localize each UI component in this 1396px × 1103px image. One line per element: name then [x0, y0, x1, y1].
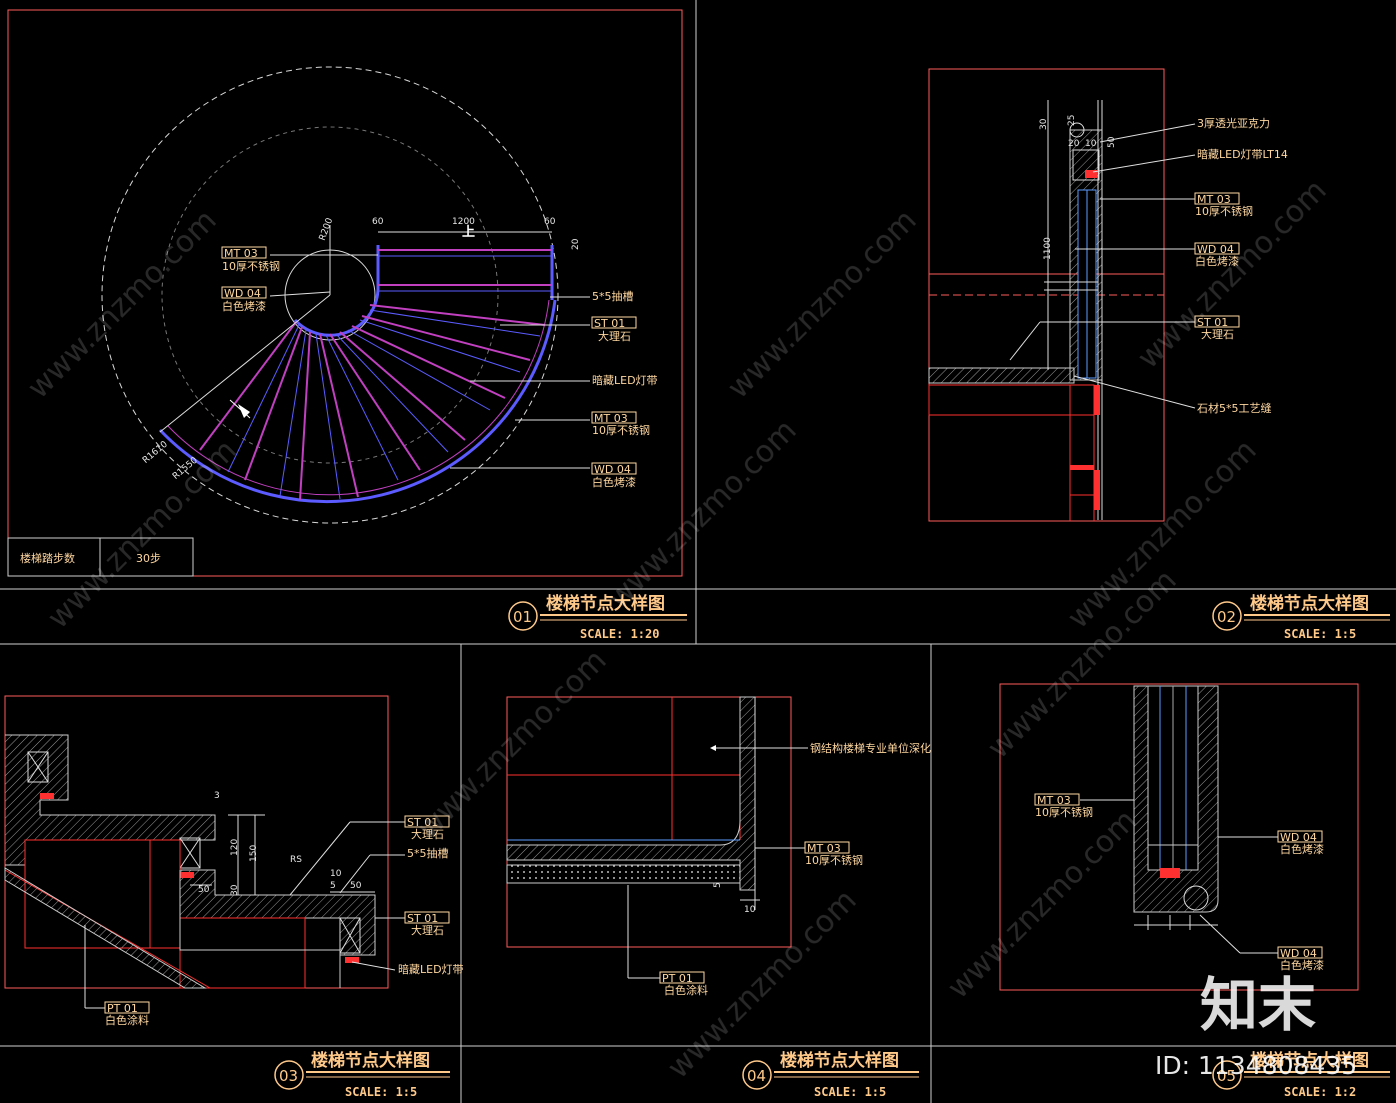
- tag-wd04: WD 04: [224, 287, 261, 300]
- label-led: 暗藏LED灯带: [398, 962, 464, 976]
- watermark-text: www.znzmo.com: [601, 413, 804, 616]
- dim-60-right: 60: [544, 217, 556, 227]
- dim-10: 10: [744, 905, 756, 915]
- panel-scale: SCALE: 1:5: [1284, 627, 1356, 641]
- panel-title: 楼梯节点大样图: [311, 1050, 430, 1071]
- watermark-text: www.znzmo.com: [41, 433, 244, 636]
- panel-03: 3 120 150 50 30 10 5 50 RS ST 01 大理石 5*5…: [4, 695, 464, 1027]
- dim-10: 10: [330, 869, 342, 879]
- label-stainless-b: 10厚不锈钢: [592, 424, 650, 437]
- watermark-logo: 知末 ID: 1134808435: [1155, 971, 1357, 1080]
- panel-04: 10 5 钢结构楼梯专业单位深化 MT 03 10厚不锈钢 PT 01 白色涂料: [506, 696, 931, 997]
- dim-20: 20: [571, 238, 581, 250]
- dim-10: 10: [1085, 139, 1097, 149]
- dim-20: 20: [1068, 139, 1080, 149]
- label-led-lt14: 暗藏LED灯带LT14: [1197, 147, 1288, 161]
- panel-scale: SCALE: 1:20: [580, 627, 659, 641]
- dim-3: 3: [214, 791, 220, 801]
- watermark-text: www.znzmo.com: [721, 203, 924, 406]
- label-marble: 大理石: [598, 329, 631, 343]
- label-white-paint: 白色烤漆: [1280, 842, 1324, 856]
- title-block-01: 01 楼梯节点大样图 SCALE: 1:20: [508, 593, 687, 641]
- title-block-02: 02 楼梯节点大样图 SCALE: 1:5: [1212, 593, 1390, 641]
- up-label: 上: [462, 225, 475, 240]
- label-led: 暗藏LED灯带: [592, 373, 658, 387]
- label-stone-joint: 石材5*5工艺缝: [1197, 401, 1272, 415]
- tag-st01: ST 01: [594, 317, 625, 330]
- label-groove: 5*5抽槽: [407, 846, 449, 860]
- dim-1100: 1100: [1043, 237, 1053, 260]
- label-stainless: 10厚不锈钢: [1035, 806, 1093, 819]
- label-stainless: 10厚不锈钢: [222, 260, 280, 273]
- watermark-text: www.znzmo.com: [941, 803, 1144, 1006]
- label-groove: 5*5抽槽: [592, 289, 634, 303]
- dim-r200: R200: [318, 216, 336, 242]
- label-white-coating: 白色涂料: [105, 1013, 149, 1027]
- panel-title: 楼梯节点大样图: [1250, 593, 1369, 614]
- label-white-paint-b: 白色烤漆: [1280, 958, 1324, 972]
- label-white-paint: 白色烤漆: [222, 299, 266, 313]
- dim-50: 50: [198, 885, 210, 895]
- tag-wd04-b: WD 04: [594, 463, 631, 476]
- label-white-paint-b: 白色烤漆: [592, 475, 636, 489]
- dim-50: 50: [1107, 136, 1117, 148]
- sheet-grid: [0, 0, 1396, 1103]
- cad-drawing-canvas: 60 1200 60 20 R200 R1610 R1550 上 MT 03 1…: [0, 0, 1396, 1103]
- label-stainless: 10厚不锈钢: [1195, 205, 1253, 218]
- panel-scale: SCALE: 1:5: [814, 1085, 886, 1099]
- dim-120: 120: [230, 839, 240, 856]
- label-white-coating: 白色涂料: [664, 983, 708, 997]
- dim-rs: RS: [290, 855, 302, 865]
- panel-number: 03: [279, 1067, 298, 1085]
- label-steel-structure: 钢结构楼梯专业单位深化: [810, 741, 931, 755]
- panel-number: 04: [747, 1067, 766, 1085]
- label-acrylic: 3厚透光亚克力: [1197, 116, 1270, 130]
- watermark-text: www.znzmo.com: [411, 643, 614, 846]
- label-marble: 大理石: [1201, 327, 1234, 341]
- panel-05: MT 03 10厚不锈钢 WD 04 白色烤漆 WD 04 白色烤漆: [999, 683, 1359, 991]
- dim-5: 5: [713, 882, 723, 888]
- label-marble-b: 大理石: [411, 923, 444, 937]
- panel-scale: SCALE: 1:5: [345, 1085, 417, 1099]
- dim-60-left: 60: [372, 217, 384, 227]
- title-block-03: 03 楼梯节点大样图 SCALE: 1:5: [274, 1050, 450, 1099]
- dim-25: 25: [1067, 115, 1077, 126]
- watermark-text: www.znzmo.com: [21, 203, 224, 406]
- panel-title: 楼梯节点大样图: [780, 1050, 899, 1071]
- tag-mt03: MT 03: [224, 247, 258, 260]
- dim-30: 30: [1039, 118, 1049, 130]
- watermark-brand: 知末: [1200, 971, 1316, 1039]
- watermark-id: ID: 1134808435: [1155, 1051, 1357, 1080]
- dim-50-b: 50: [350, 881, 362, 891]
- dim-150: 150: [249, 845, 259, 862]
- label-stainless: 10厚不锈钢: [805, 854, 863, 867]
- title-block-04: 04 楼梯节点大样图 SCALE: 1:5: [742, 1050, 919, 1099]
- panel-scale: SCALE: 1:2: [1284, 1085, 1356, 1099]
- watermark-diagonal: www.znzmo.com www.znzmo.com www.znzmo.co…: [21, 173, 1334, 1086]
- table-steps-label: 楼梯踏步数: [20, 551, 75, 565]
- dim-30: 30: [230, 884, 240, 896]
- dim-5: 5: [330, 881, 336, 891]
- panel-number: 02: [1217, 608, 1236, 626]
- panel-number: 01: [513, 608, 532, 626]
